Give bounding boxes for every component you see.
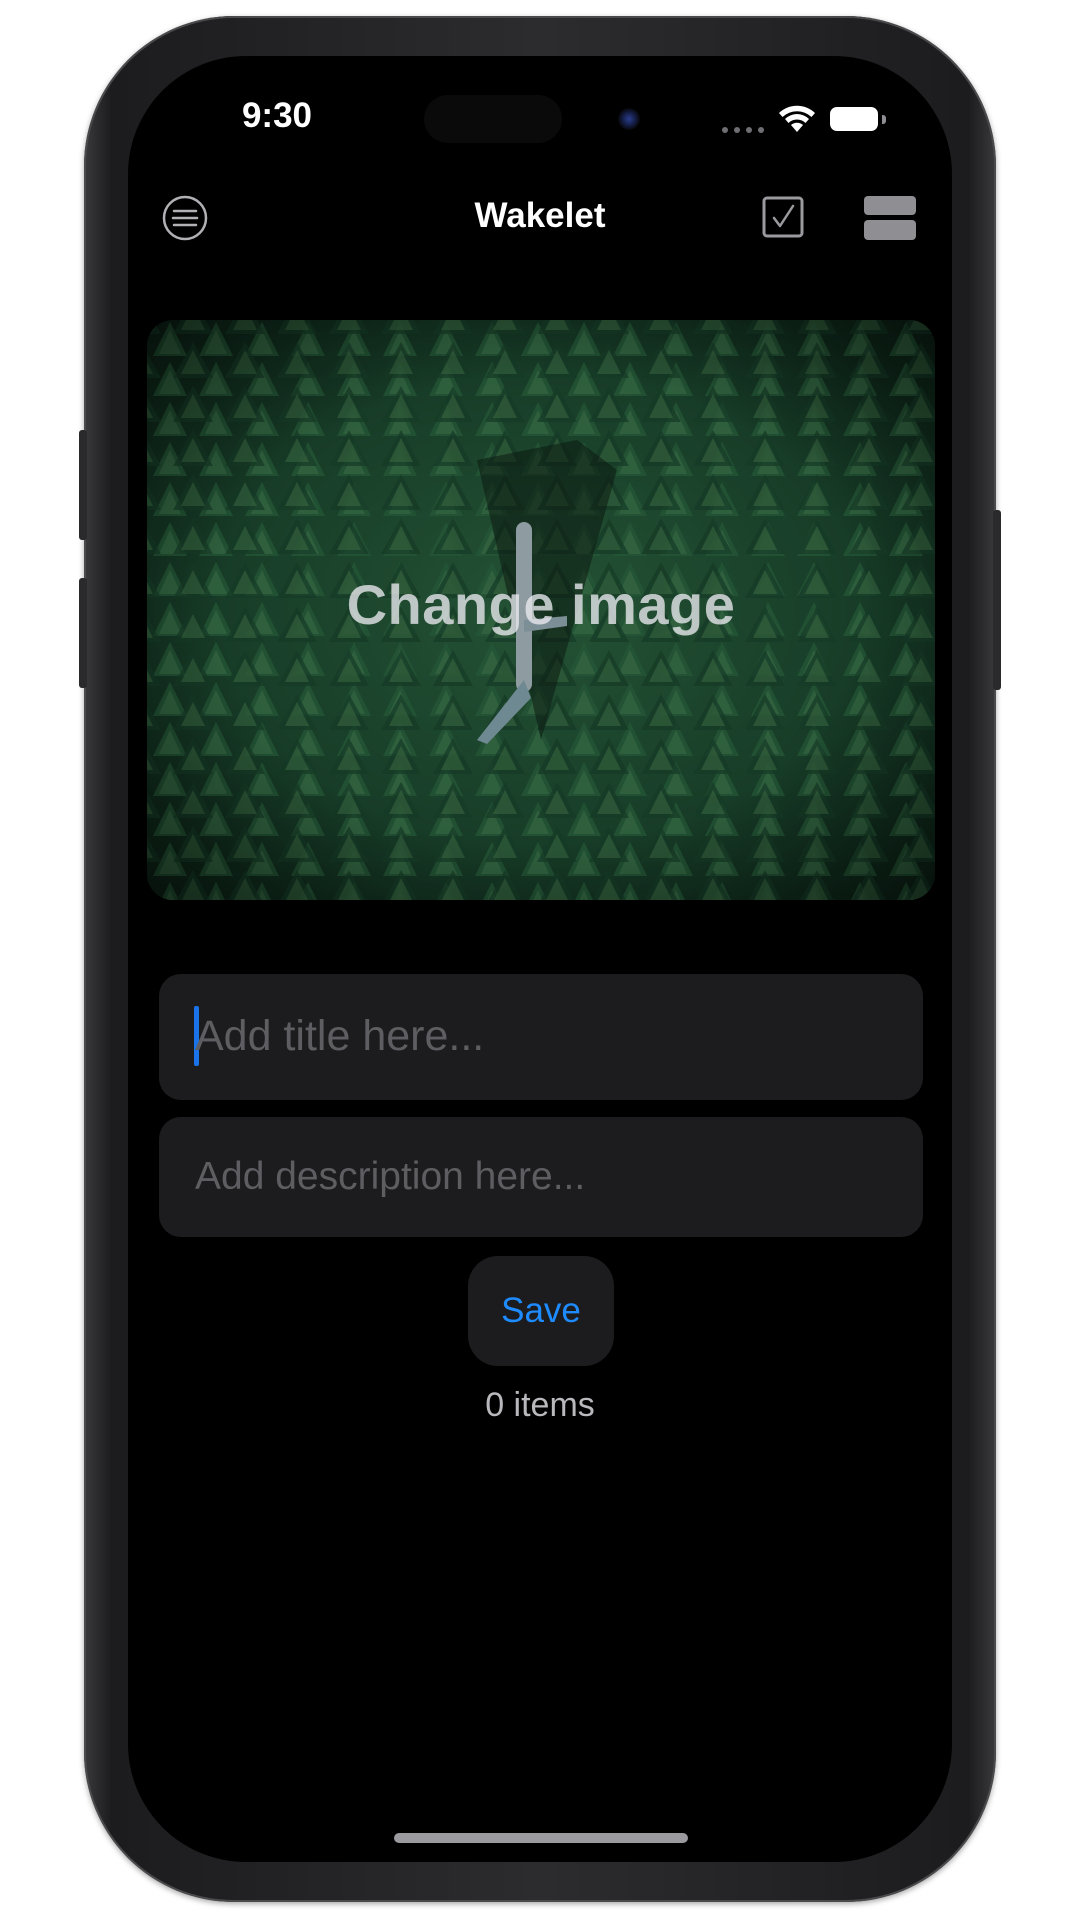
page-title: Wakelet (474, 196, 606, 235)
home-indicator[interactable] (394, 1833, 688, 1843)
status-time: 9:30 (241, 96, 313, 135)
battery-icon (830, 107, 878, 131)
front-camera (618, 108, 640, 130)
battery-nub (882, 115, 886, 124)
volume-up-button (79, 578, 87, 688)
dynamic-island (424, 95, 562, 143)
description-field[interactable]: Add description here... (159, 1117, 923, 1237)
wifi-icon (779, 105, 815, 132)
power-button (993, 510, 1001, 690)
cellular-dots-icon (722, 127, 764, 133)
silent-switch (79, 430, 87, 540)
save-button[interactable]: Save (468, 1256, 614, 1366)
layout-toggle-icon[interactable] (864, 196, 916, 240)
items-count: 0 items (485, 1386, 595, 1424)
title-field[interactable]: Add title here... (159, 974, 923, 1100)
description-placeholder: Add description here... (195, 1155, 586, 1198)
change-image-button[interactable]: Change image (147, 320, 935, 900)
checkbox-icon[interactable] (762, 196, 804, 238)
menu-icon[interactable] (162, 195, 208, 241)
change-image-label: Change image (346, 573, 736, 636)
title-placeholder: Add title here... (195, 1012, 485, 1060)
